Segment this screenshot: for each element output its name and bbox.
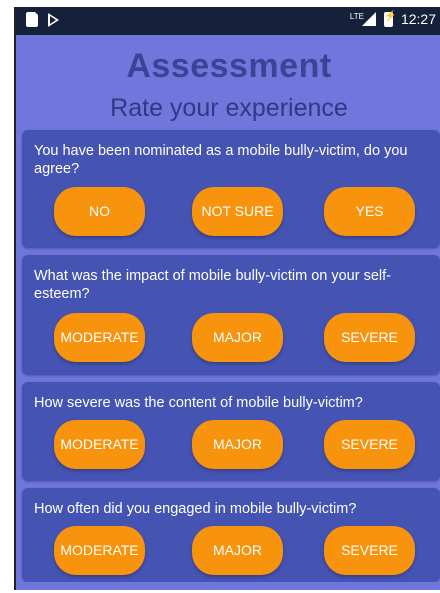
status-right: LTE 12:27 xyxy=(349,11,436,28)
answer-button-moderate[interactable]: MODERATE xyxy=(54,313,145,362)
question-card-3: How severe was the content of mobile bul… xyxy=(22,382,440,481)
question-text: What was the impact of mobile bully-vict… xyxy=(34,268,391,302)
question-text: How often did you engaged in mobile bull… xyxy=(34,501,357,517)
battery-charging-icon xyxy=(383,11,396,27)
sim-card-icon xyxy=(26,11,39,27)
question-card-2: What was the impact of mobile bully-vict… xyxy=(22,255,440,375)
answer-button-major[interactable]: MAJOR xyxy=(192,313,283,362)
answer-button-major[interactable]: MAJOR xyxy=(192,420,283,469)
answer-button-severe[interactable]: SEVERE xyxy=(324,526,415,575)
answer-button-moderate[interactable]: MODERATE xyxy=(54,526,145,575)
status-bar: LTE 12:27 xyxy=(16,7,440,35)
status-left xyxy=(26,11,59,27)
question-card-1: You have been nominated as a mobile bull… xyxy=(22,130,440,248)
page-subtitle: Rate your experience xyxy=(110,94,348,122)
question-text: You have been nominated as a mobile bull… xyxy=(34,143,408,177)
clock: 12:27 xyxy=(400,11,436,27)
app-screen: LTE 12:27 Assessment Rate your experienc… xyxy=(14,7,440,590)
answer-button-no[interactable]: NO xyxy=(54,187,145,236)
bottom-edge xyxy=(16,582,440,590)
answer-button-moderate[interactable]: MODERATE xyxy=(54,420,145,469)
play-store-icon xyxy=(48,12,59,27)
answer-button-severe[interactable]: SEVERE xyxy=(324,420,415,469)
answer-button-major[interactable]: MAJOR xyxy=(192,526,283,575)
answer-button-severe[interactable]: SEVERE xyxy=(324,313,415,362)
question-card-4: How often did you engaged in mobile bull… xyxy=(22,488,440,582)
page-title: Assessment xyxy=(126,47,332,85)
question-text: How severe was the content of mobile bul… xyxy=(34,395,363,411)
signal-icon xyxy=(361,12,376,26)
network-type: LTE xyxy=(349,11,364,21)
answer-button-yes[interactable]: YES xyxy=(324,187,415,236)
answer-button-not-sure[interactable]: NOT SURE xyxy=(192,187,283,236)
